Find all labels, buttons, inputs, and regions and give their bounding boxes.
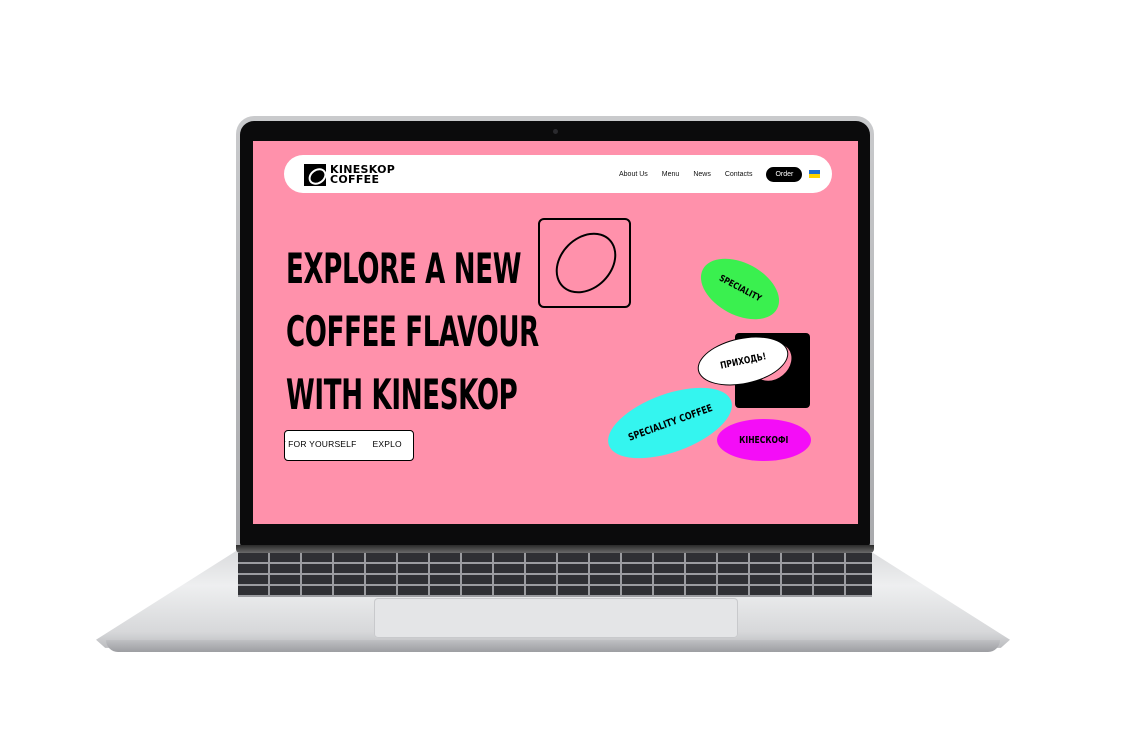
explore-marquee-button[interactable]: RE IT FOR YOURSELF EXPLO — [284, 430, 414, 461]
laptop-base-edge — [106, 640, 1000, 652]
website-screen: KINESKOP COFFEE About Us Menu News Conta… — [253, 141, 858, 524]
nav-links: About Us Menu News Contacts Order — [619, 155, 821, 193]
headline-line-3: WITH KINESKOP — [286, 370, 518, 419]
oval-frame-graphic — [538, 218, 631, 308]
sticker-speciality-label: SPECIALITY — [717, 273, 763, 305]
laptop-hinge — [236, 545, 874, 553]
sticker-speciality-coffee-label: SPECIALITY COFFEE — [626, 402, 714, 444]
logo-mark-icon — [304, 164, 326, 186]
sticker-kineskofi: КІНЕСКОФІ — [717, 419, 811, 461]
nav-link-news[interactable]: News — [693, 171, 711, 178]
marquee-text-end: EXPLO — [372, 439, 402, 449]
brand-logo[interactable]: KINESKOP COFFEE — [304, 162, 420, 188]
logo-line-2: COFFEE — [330, 173, 380, 186]
nav-link-contacts[interactable]: Contacts — [725, 171, 753, 178]
sticker-kineskofi-label: КІНЕСКОФІ — [739, 434, 789, 446]
webcam-icon — [553, 129, 558, 134]
order-button[interactable]: Order — [766, 166, 803, 182]
nav-link-about-us[interactable]: About Us — [619, 171, 648, 178]
marquee-text-start: RE IT FOR YOURSELF — [285, 439, 357, 449]
top-navigation-bar: KINESKOP COFFEE About Us Menu News Conta… — [284, 155, 832, 193]
logo-wordmark: KINESKOP COFFEE — [330, 164, 420, 186]
laptop-trackpad — [374, 598, 738, 638]
ukraine-flag-icon[interactable] — [809, 170, 821, 178]
sticker-speciality-coffee: SPECIALITY COFFEE — [599, 373, 741, 473]
nav-link-menu[interactable]: Menu — [662, 171, 680, 178]
headline-line-2: COFFEE FLAVOUR — [286, 307, 539, 356]
marquee-text: RE IT FOR YOURSELF EXPLO — [285, 439, 413, 449]
sticker-prykhod-label: ПРИХОДЬ! — [719, 350, 767, 372]
sticker-speciality: SPECIALITY — [690, 246, 790, 332]
laptop-keyboard — [238, 553, 872, 597]
